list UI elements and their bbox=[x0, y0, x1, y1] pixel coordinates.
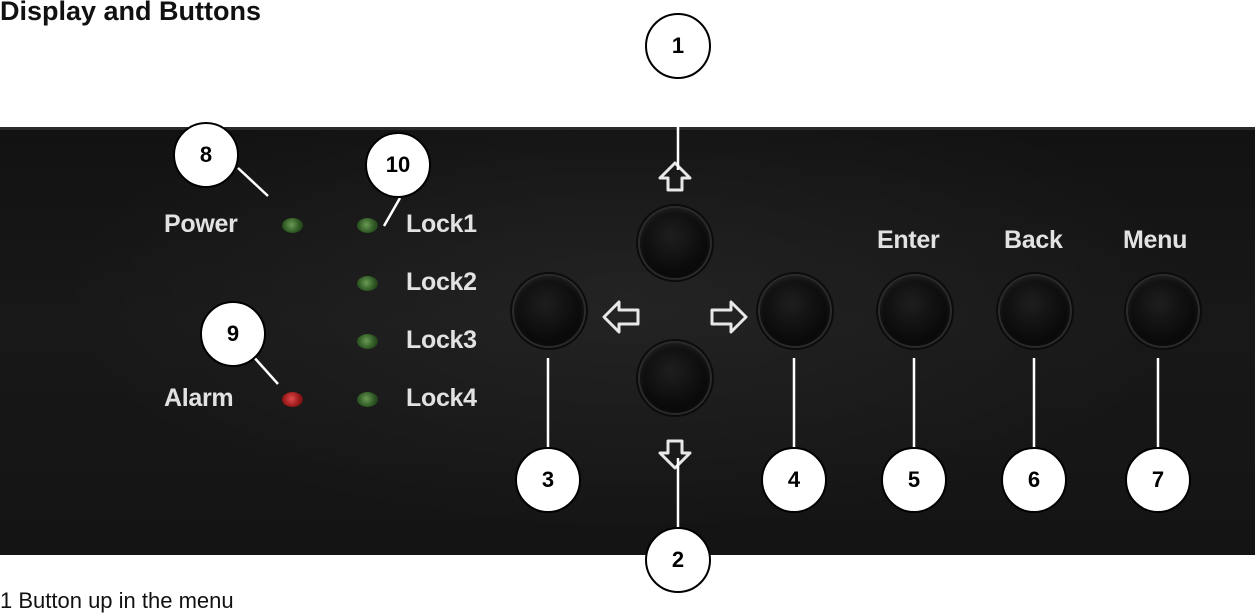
up-arrow-icon bbox=[658, 161, 692, 192]
caption-text: 1 Button up in the menu bbox=[0, 588, 234, 613]
callout-10: 10 bbox=[365, 132, 431, 198]
callout-4: 4 bbox=[761, 447, 827, 513]
callout-7: 7 bbox=[1125, 447, 1191, 513]
left-arrow-icon bbox=[602, 300, 640, 334]
callout-1: 1 bbox=[645, 13, 711, 79]
callout-5: 5 bbox=[881, 447, 947, 513]
right-arrow-icon bbox=[710, 300, 748, 334]
down-arrow-icon bbox=[658, 439, 692, 470]
callout-3: 3 bbox=[515, 447, 581, 513]
callout-9: 9 bbox=[200, 301, 266, 367]
callout-8: 8 bbox=[173, 122, 239, 188]
callout-2: 2 bbox=[645, 527, 711, 593]
callout-6: 6 bbox=[1001, 447, 1067, 513]
